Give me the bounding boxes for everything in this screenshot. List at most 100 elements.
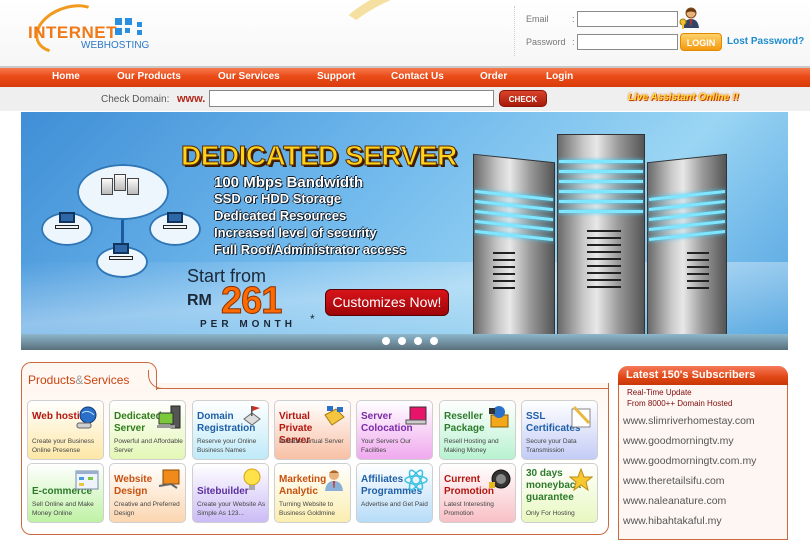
nav-home[interactable]: Home [52,71,80,82]
businessman-icon [322,468,346,492]
subscriber-link[interactable]: www.goodmorningtv.my [623,435,734,447]
subscriber-link[interactable]: www.theretailsifu.com [623,475,725,487]
globe-mouse-icon [75,405,99,429]
price-amount: 261 [220,280,282,323]
products-services-title: Products&Services [28,373,129,387]
certificate-pen-icon [569,405,593,429]
product-card[interactable]: Marketing Analytic Turning Website to Bus… [274,463,351,523]
password-colon: : [572,37,575,47]
logo-subtext: WEBHOSTING [81,40,150,51]
product-card[interactable]: Domain Registration Reserve your Online B… [192,400,269,460]
hero-banner[interactable]: DEDICATED SERVER 100 Mbps Bandwidth SSD … [21,112,788,350]
price-currency: RM [187,292,212,309]
product-card-description: Sell Online and Make Money Online [32,501,94,517]
title-services: Services [83,373,130,387]
slide-dot-2[interactable] [398,337,406,345]
flag-network-icon [240,405,264,429]
monitor-icon [404,405,428,429]
product-card-description: Creative and Preferred Design [114,501,180,517]
product-card-description: Secure your Data Transmission [526,438,577,454]
product-card-description: Create your Website As Simple As 123... [197,501,266,517]
nav-our-services[interactable]: Our Services [218,71,280,82]
product-card[interactable]: Affiliates Programmes Advertise and Get P… [356,463,433,523]
check-button[interactable]: CHECK [499,90,547,107]
subscriber-link[interactable]: www.naleanature.com [623,495,726,507]
subscriber-link[interactable]: www.hibahtakaful.my [623,515,722,527]
product-card[interactable]: Current Promotion Latest Interesting Prom… [439,463,516,523]
product-card[interactable]: E-commerce Sell Online and Make Money Onl… [27,463,104,523]
design-monitor-icon [157,468,181,492]
product-card[interactable]: SSL Certificates Secure your Data Transmi… [521,400,598,460]
banner-feature: Full Root/Administrator access [214,242,407,257]
product-card-description: Latest Interesting Promotion [444,501,494,517]
product-card-description: Resell Hosting and Making Money [444,438,499,454]
panel-top-border [156,388,609,389]
product-card[interactable]: Website Design Creative and Preferred Des… [109,463,186,523]
main-nav: Home Our Products Our Services Support C… [0,66,810,87]
banner-feature: Dedicated Resources [214,208,347,223]
price-asterisk: * [310,312,315,326]
nav-order[interactable]: Order [480,71,507,82]
product-card[interactable]: Dedicated Server Powerful and Affordable … [109,400,186,460]
login-button[interactable]: LOGIN [680,33,722,51]
slide-dot-3[interactable] [414,337,422,345]
product-card[interactable]: Sitebuilder Create your Website As Simple… [192,463,269,523]
folder-network-icon [322,405,346,429]
customize-now-button[interactable]: Customizes Now! [325,289,449,316]
domain-check-bar: Check Domain: www. CHECK Live Assistant … [0,87,810,111]
email-label: Email [526,14,549,24]
banner-title: DEDICATED SERVER [181,140,458,172]
www-prefix: www. [177,93,206,105]
megaphone-icon [487,468,511,492]
subscribers-subtitle: Real-Time Update [627,388,692,397]
server-monitor-icon [157,405,181,429]
product-card[interactable]: Server Colocation Your Servers Our Facili… [356,400,433,460]
title-products: Products [28,373,76,387]
header: INTERNET WEBHOSTING Email : Password: L… [0,0,810,96]
lost-password-link[interactable]: Lost Password? [727,36,804,47]
atom-icon [404,468,428,492]
logo-squares-icon [115,18,149,38]
login-form: Email : Password : LOGIN Lost Password? [514,6,810,56]
logo[interactable]: INTERNET WEBHOSTING [26,0,156,63]
shopping-basket-icon [487,405,511,429]
product-card-description: Powerful and Affordable Server [114,438,183,454]
product-card-description: Your Servers Our Facilities [361,438,411,454]
live-assistant-link[interactable]: Live Assistant Online !! [628,92,739,103]
password-label: Password [526,37,566,47]
check-domain-label: Check Domain: [101,94,170,105]
product-card-description: Only For Hosting [526,510,575,517]
per-month-label: PER MONTH [200,319,296,330]
subscriber-link[interactable]: www.goodmorningtv.com.my [623,455,756,467]
domain-input[interactable] [209,90,494,107]
slide-dot-1[interactable] [382,337,390,345]
email-input[interactable] [577,11,678,27]
slide-dot-4[interactable] [430,337,438,345]
page: INTERNET WEBHOSTING Email : Password: L… [0,0,810,540]
subscriber-link[interactable]: www.slimriverhomestay.com [623,415,755,427]
product-card[interactable]: 30 days moneyback guarantee Only For Host… [521,463,598,523]
product-card-description: Advertise and Get Paid [361,501,428,508]
password-input[interactable] [577,34,678,50]
product-card[interactable]: Reseller Package Resell Hosting and Makin… [439,400,516,460]
nav-support[interactable]: Support [317,71,355,82]
product-card[interactable]: Virtual Private Server Reliable Virtual S… [274,400,351,460]
user-key-icon [679,7,699,29]
banner-feature: 100 Mbps Bandwidth [214,174,364,191]
product-card[interactable]: Web hosting Create your Business Online P… [27,400,104,460]
web-window-icon [75,468,99,492]
email-colon: : [572,14,575,24]
nav-login[interactable]: Login [546,71,573,82]
nav-our-products[interactable]: Our Products [117,71,181,82]
subscribers-subtitle: From 8000++ Domain Hosted [627,399,733,408]
star-icon [568,467,594,492]
product-card-description: Turning Website to Business Goldmine [279,501,335,517]
banner-feature: Increased level of security [214,225,377,240]
light-bulb-icon [240,468,264,492]
product-card-description: Reliable Virtual Server [279,438,344,445]
banner-feature: SSD or HDD Storage [214,191,342,206]
product-card-description: Reserve your Online Business Names [197,438,257,454]
nav-contact-us[interactable]: Contact Us [391,71,444,82]
subscribers-title: Latest 150's Subscribers [626,369,756,381]
product-card-description: Create your Business Online Presense [32,438,95,454]
